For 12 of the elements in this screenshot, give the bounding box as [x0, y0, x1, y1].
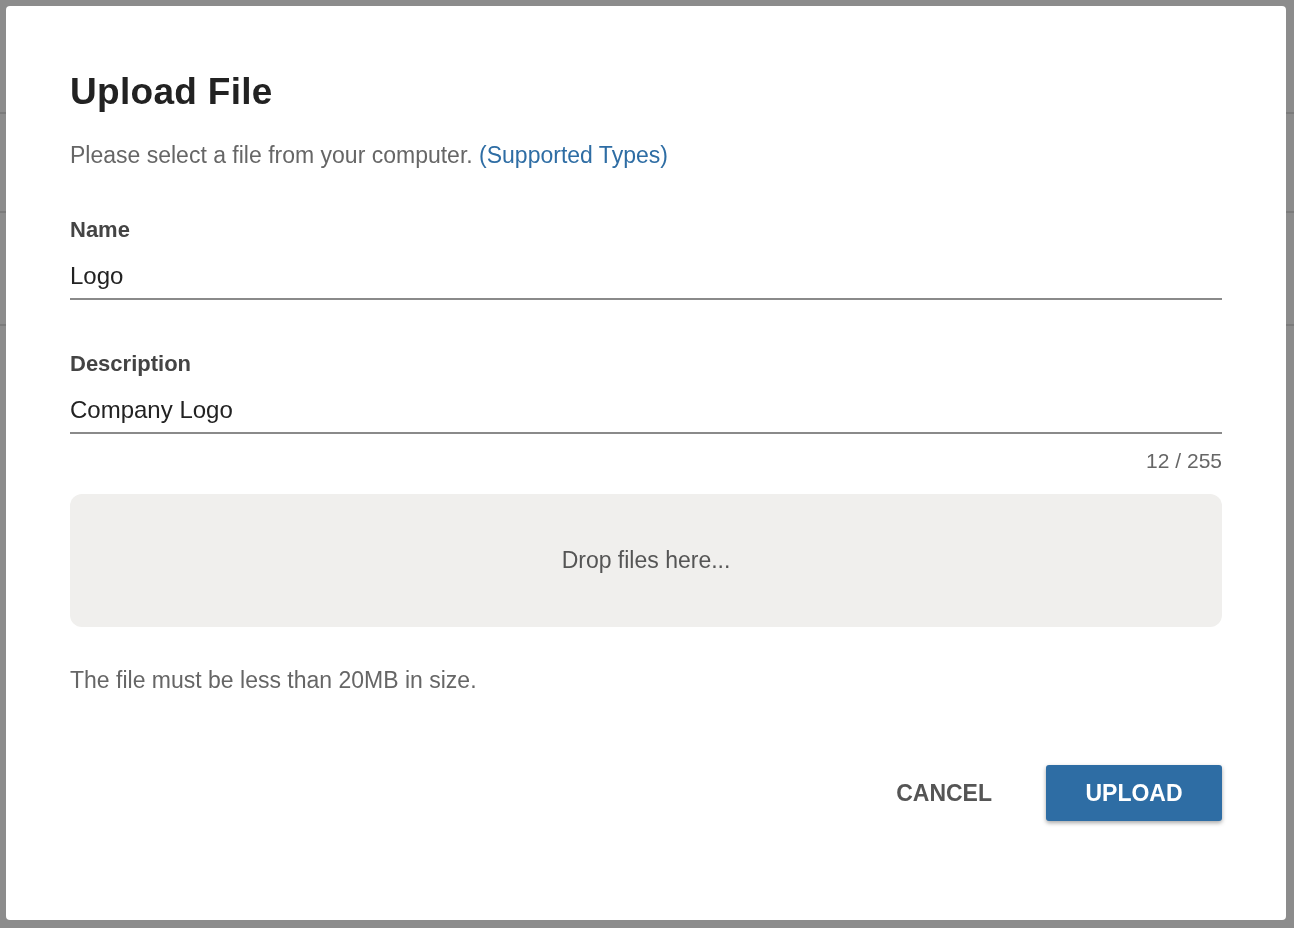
field-label: Name: [70, 216, 131, 244]
drop-zone[interactable]: Drop files here...: [70, 494, 1222, 627]
dialog-title: Upload File: [70, 70, 274, 114]
input-field[interactable]: Logo: [70, 254, 1222, 300]
size-note: The file must be less than 20MB in size.: [70, 666, 478, 695]
supported-types-link[interactable]: (Supported Types): [479, 142, 668, 168]
field-label: Description: [70, 350, 193, 378]
upload-button[interactable]: UPLOAD: [1046, 765, 1222, 821]
cancel-button[interactable]: CANCEL: [872, 765, 1016, 821]
intro-text: Please select a file from your computer. (Supported Types): [70, 141, 669, 170]
input-field[interactable]: Company Logo: [70, 388, 1222, 434]
character-counter: 12 / 255: [1145, 448, 1222, 474]
